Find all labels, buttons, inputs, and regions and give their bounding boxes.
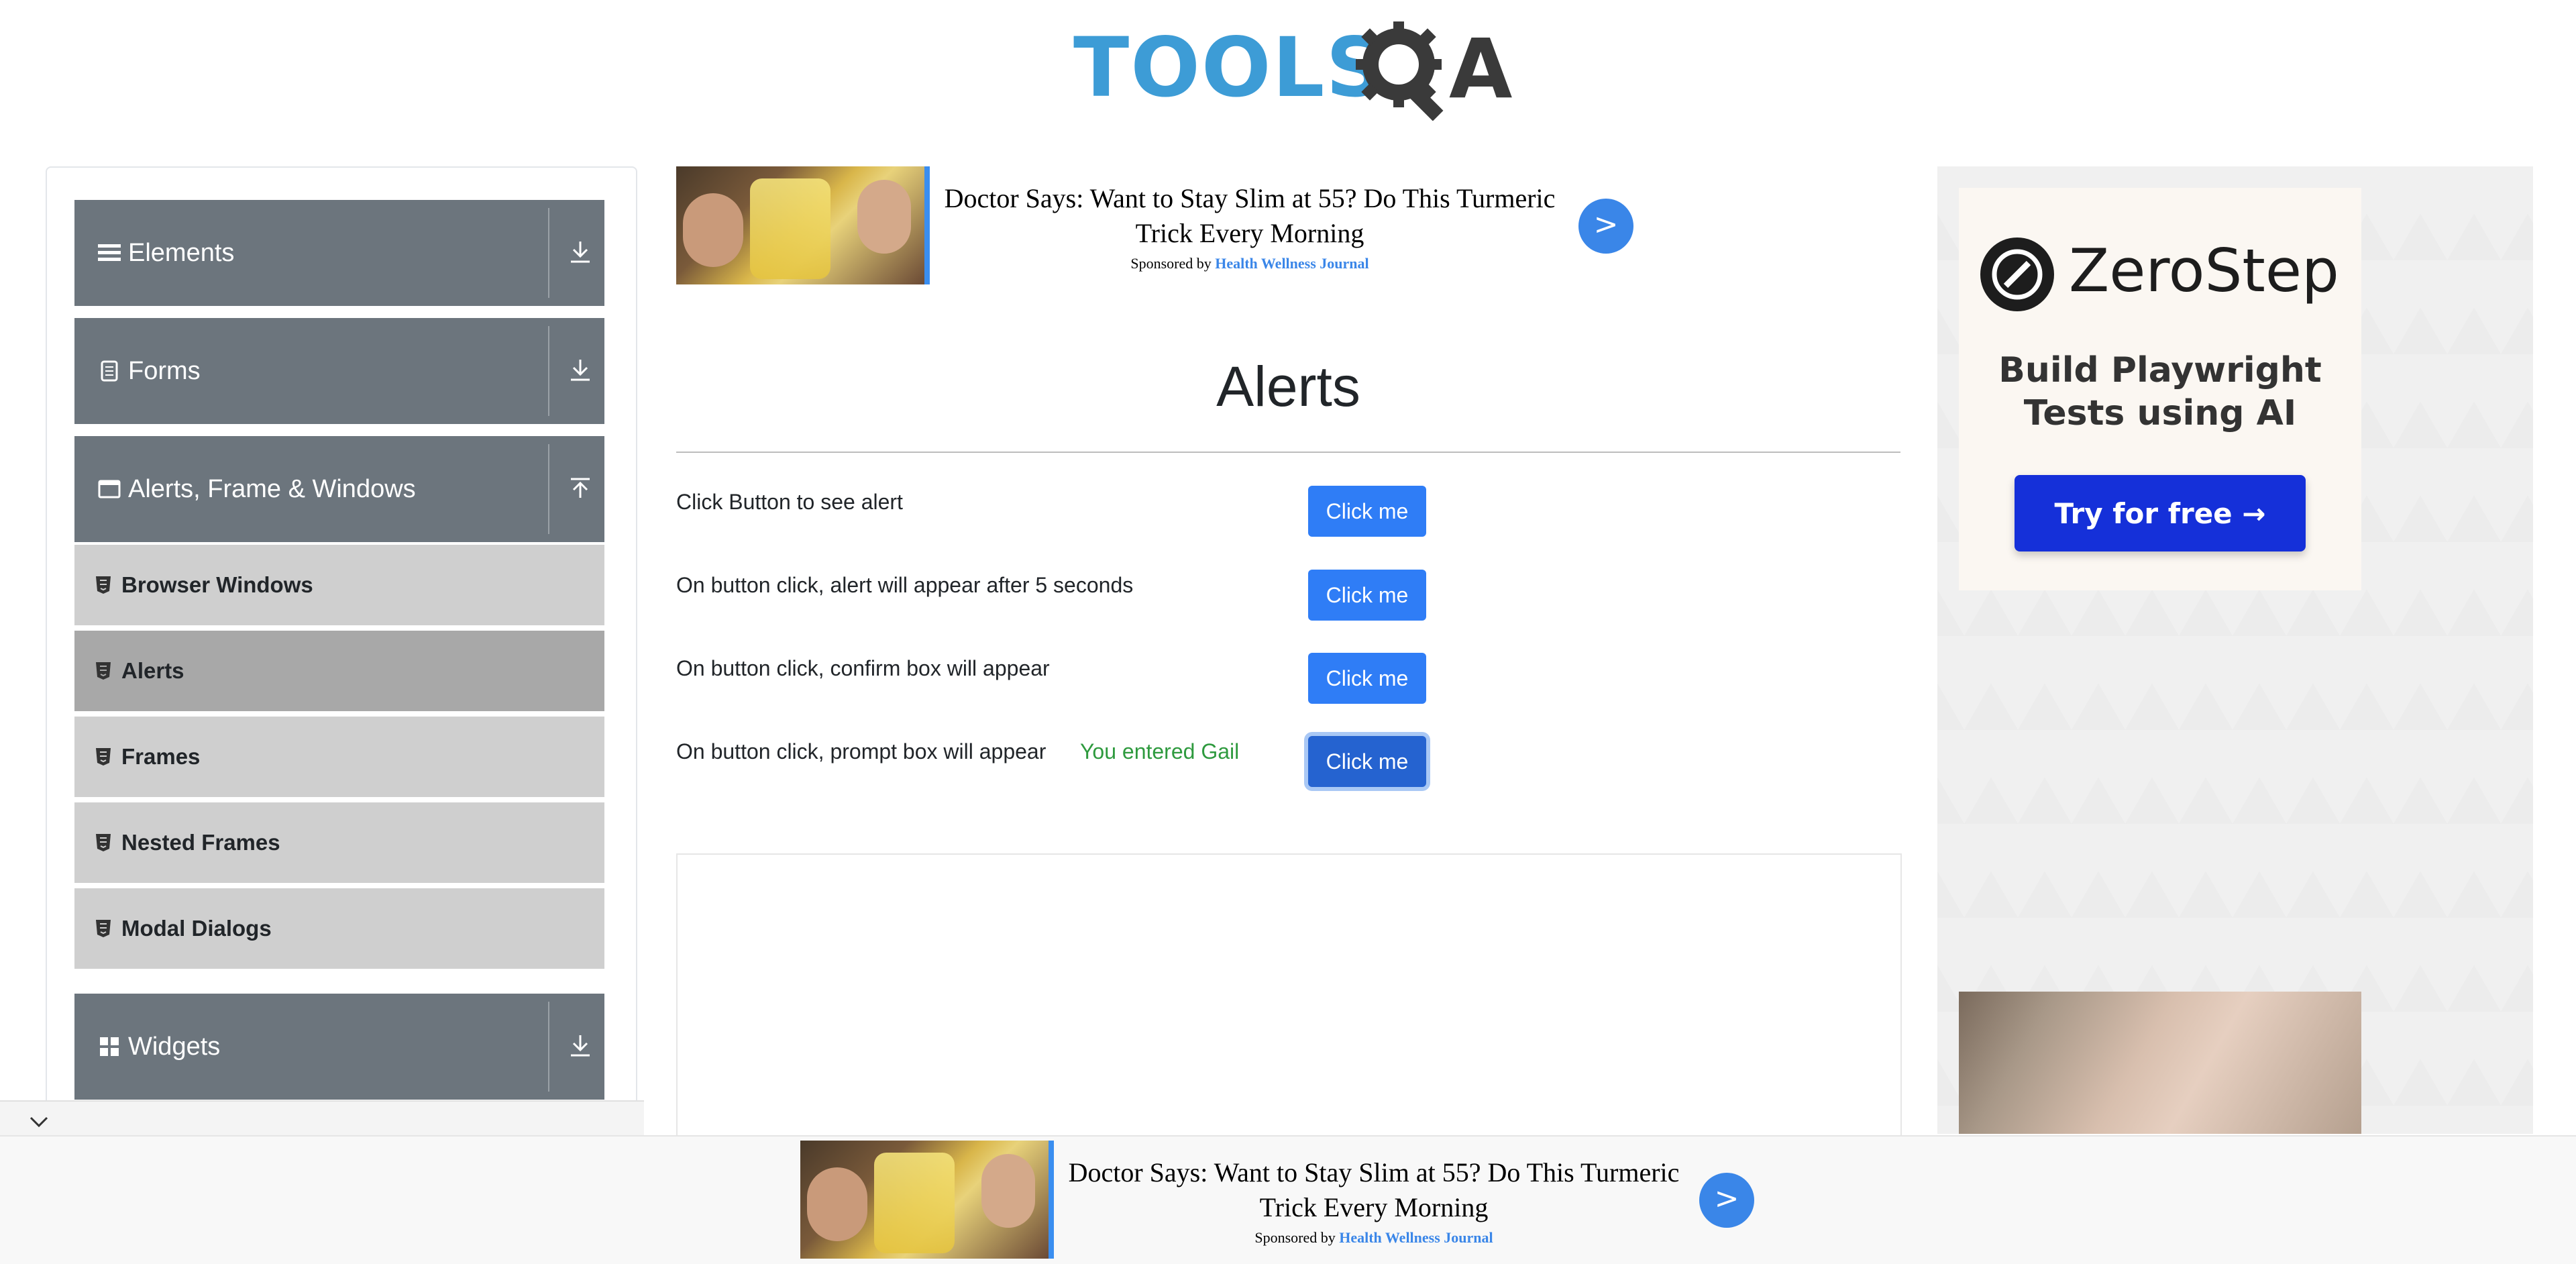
top-advertisement[interactable]: Doctor Says: Want to Stay Slim at 55? Do…	[676, 166, 1637, 284]
ad-image[interactable]	[676, 166, 930, 284]
timer-alert-button[interactable]: Click me	[1308, 570, 1426, 621]
confirm-button[interactable]: Click me	[1308, 653, 1426, 704]
sidebar-item-nested-frames[interactable]: Nested Frames	[74, 802, 604, 886]
ad-sponsor-line: Sponsored by Health Wellness Journal	[931, 255, 1568, 272]
ad-placeholder-box	[676, 853, 1902, 1137]
sidebar-item-label: Nested Frames	[121, 830, 280, 855]
ad-headline[interactable]: Doctor Says: Want to Stay Slim at 55? Do…	[931, 181, 1568, 251]
html5-icon	[96, 920, 111, 937]
logo-text-a: A	[1449, 21, 1513, 117]
ad-go-button[interactable]: >	[1699, 1173, 1754, 1228]
ad-image[interactable]	[1959, 992, 2361, 1134]
window-icon	[97, 477, 121, 501]
prompt-button[interactable]: Click me	[1308, 736, 1426, 787]
separator	[548, 326, 549, 416]
sidebar-group-label: Forms	[128, 356, 201, 385]
sidebar-item-label: Browser Windows	[121, 572, 313, 597]
download-icon[interactable]	[566, 238, 595, 267]
sidebar-group-elements[interactable]: Elements	[74, 200, 604, 306]
ad-sponsored-prefix: Sponsored by	[1130, 255, 1212, 272]
toolsqa-logo[interactable]: TOOLS A	[1073, 20, 1513, 121]
sidebar-item-label: Alerts	[121, 658, 184, 683]
sidebar-group-forms[interactable]: Forms	[74, 318, 604, 424]
collapse-bar	[0, 1100, 644, 1141]
separator	[548, 444, 549, 534]
bottom-advertisement[interactable]: Doctor Says: Want to Stay Slim at 55? Do…	[800, 1141, 1761, 1259]
download-icon[interactable]	[566, 1031, 595, 1061]
sidebar-item-frames[interactable]: Frames	[74, 717, 604, 800]
zerostep-tagline-line2: Tests using AI	[2023, 393, 2297, 433]
html5-icon	[96, 576, 111, 594]
ad-sponsored-prefix: Sponsored by	[1254, 1229, 1336, 1246]
sidebar-item-browser-windows[interactable]: Browser Windows	[74, 545, 604, 628]
alert-row-label: Click Button to see alert	[676, 490, 903, 514]
sidebar-group-widgets[interactable]: Widgets	[74, 994, 604, 1100]
download-icon[interactable]	[566, 356, 595, 385]
sidebar-group-alerts-frame-windows[interactable]: Alerts, Frame & Windows	[74, 436, 604, 542]
sidebar-item-label: Modal Dialogs	[121, 916, 272, 941]
title-divider	[676, 452, 1900, 453]
sidebar-group-label: Widgets	[128, 1032, 221, 1061]
sidebar-item-label: Frames	[121, 744, 201, 769]
prompt-row-label: On button click, prompt box will appear	[676, 739, 1046, 763]
zerostep-tagline-line1: Build Playwright	[1998, 350, 2322, 390]
document-icon	[97, 359, 121, 383]
alert-button[interactable]: Click me	[1308, 486, 1426, 537]
page-title: Alerts	[1216, 355, 1360, 418]
zerostep-tagline: Build Playwright Tests using AI	[1959, 349, 2361, 435]
upload-icon[interactable]	[566, 474, 595, 503]
hamburger-icon	[97, 241, 121, 265]
grid-icon	[97, 1035, 121, 1059]
sidebar-item-modal-dialogs[interactable]: Modal Dialogs	[74, 888, 604, 971]
prompt-result: You entered Gail	[1080, 739, 1240, 763]
sidebar-item-alerts[interactable]: Alerts	[74, 631, 604, 714]
logo-text-tools: TOOLS	[1073, 20, 1387, 115]
chevron-down-icon[interactable]	[27, 1110, 51, 1134]
ad-sponsor-name[interactable]: Health Wellness Journal	[1215, 255, 1368, 272]
html5-icon	[96, 748, 111, 766]
ad-sponsor-line: Sponsored by Health Wellness Journal	[1055, 1229, 1693, 1247]
html5-icon	[96, 662, 111, 680]
zerostep-logo-icon	[1980, 238, 2054, 311]
try-for-free-button[interactable]: Try for free →	[2015, 475, 2306, 551]
separator	[548, 1002, 549, 1092]
zerostep-brand: ZeroStep	[2069, 236, 2339, 305]
html5-icon	[96, 834, 111, 851]
ad-headline[interactable]: Doctor Says: Want to Stay Slim at 55? Do…	[1055, 1155, 1693, 1225]
separator	[548, 208, 549, 298]
timer-alert-row-label: On button click, alert will appear after…	[676, 573, 1134, 597]
confirm-row-label: On button click, confirm box will appear	[676, 656, 1050, 680]
ad-image[interactable]	[800, 1141, 1054, 1259]
ad-sponsor-name[interactable]: Health Wellness Journal	[1339, 1229, 1493, 1246]
sidebar-group-label: Alerts, Frame & Windows	[128, 474, 416, 503]
ad-go-button[interactable]: >	[1578, 199, 1633, 254]
sidebar-group-label: Elements	[128, 238, 235, 267]
